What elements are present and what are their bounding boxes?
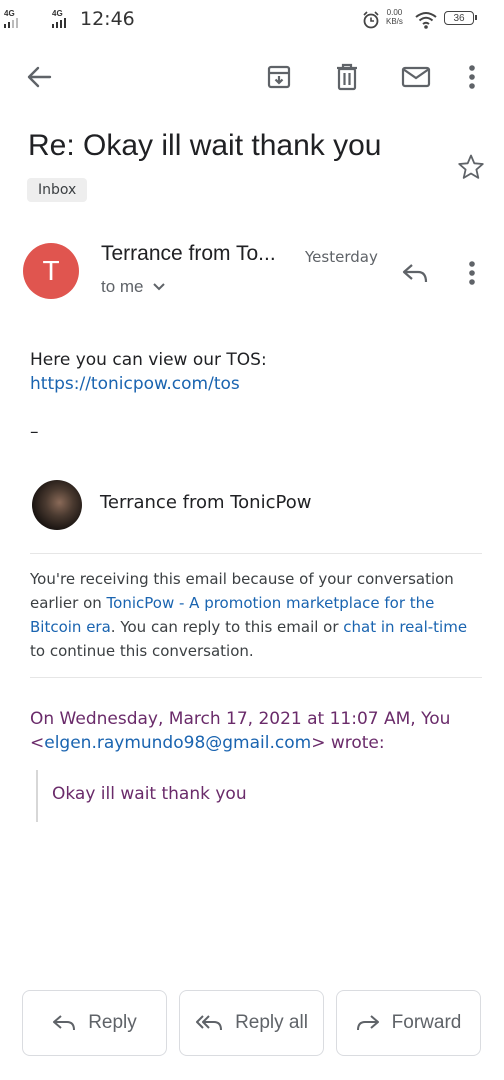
mark-unread-button[interactable]: [396, 58, 436, 96]
sender-photo-avatar: [32, 480, 82, 530]
recipient-label: to me: [101, 277, 144, 296]
trash-icon: [337, 63, 357, 91]
footer-text-3: to continue this conversation.: [30, 642, 254, 660]
arrow-left-icon: [27, 66, 52, 88]
signal-bars-1-icon: [4, 18, 18, 28]
chevron-down-icon: [152, 283, 165, 291]
forward-label: Forward: [391, 1012, 462, 1033]
reply-label: Reply: [88, 1012, 137, 1033]
reply-button[interactable]: Reply: [22, 990, 167, 1056]
star-outline-icon: [458, 154, 484, 179]
delete-button[interactable]: [328, 58, 366, 96]
signal-bars-2-icon: [52, 18, 66, 28]
quoted-header-wrote: wrote:: [330, 733, 385, 753]
divider: [30, 677, 482, 678]
star-button[interactable]: [456, 152, 486, 182]
tos-link[interactable]: https://tonicpow.com/tos: [30, 374, 240, 394]
quoted-header-line: On Wednesday, March 17, 2021 at 11:07 AM…: [30, 709, 451, 729]
footer-notice: You're receiving this email because of y…: [30, 567, 484, 663]
archive-button[interactable]: [260, 58, 298, 96]
mail-icon: [401, 66, 431, 88]
quoted-header: On Wednesday, March 17, 2021 at 11:07 AM…: [30, 709, 451, 753]
quote-bar: [36, 770, 38, 822]
alarm-icon: [363, 11, 379, 29]
recipient-details-toggle[interactable]: to me: [101, 277, 166, 297]
sender-avatar[interactable]: T: [23, 243, 79, 299]
more-vertical-icon: [469, 65, 475, 89]
battery-indicator: 36: [444, 11, 477, 25]
signature-separator: –: [30, 422, 39, 442]
reply-icon: [53, 1015, 76, 1031]
email-date: Yesterday: [305, 248, 378, 266]
forward-icon: [356, 1015, 379, 1031]
chat-link[interactable]: chat in real-time: [343, 618, 467, 636]
archive-icon: [267, 65, 291, 89]
message-more-button[interactable]: [460, 258, 484, 288]
speed-unit: KB/s: [386, 17, 403, 26]
quoted-text: Okay ill wait thank you: [52, 784, 247, 804]
more-vertical-icon: [469, 261, 475, 285]
network-speed: 0.00 KB/s: [386, 8, 403, 26]
inbox-label-chip[interactable]: Inbox: [27, 178, 88, 202]
status-bar: 4G 4G 12:46 0.00 KB/s 36: [0, 0, 504, 40]
forward-button[interactable]: Forward: [336, 990, 481, 1056]
reply-all-label: Reply all: [235, 1012, 308, 1033]
wifi-icon: [415, 12, 437, 29]
quoted-email-link[interactable]: elgen.raymundo98@gmail.com: [44, 733, 311, 753]
reply-all-icon: [196, 1015, 223, 1031]
back-button[interactable]: [20, 58, 58, 96]
network-type-2: 4G: [52, 9, 63, 18]
footer-text-2: . You can reply to this email or: [110, 618, 344, 636]
speed-value: 0.00: [386, 8, 403, 17]
reply-icon-button[interactable]: [398, 256, 432, 290]
divider: [30, 553, 482, 554]
more-options-button[interactable]: [460, 58, 484, 96]
clock-time: 12:46: [80, 8, 135, 30]
body-line: Here you can view our TOS:: [30, 350, 267, 370]
reply-icon: [402, 264, 428, 283]
footer-sender-name: Terrance from TonicPow: [100, 492, 312, 513]
email-subject: Re: Okay ill wait thank you: [28, 129, 382, 162]
sender-name[interactable]: Terrance from To...: [101, 242, 276, 266]
reply-all-button[interactable]: Reply all: [179, 990, 324, 1056]
network-type-1: 4G: [4, 9, 15, 18]
